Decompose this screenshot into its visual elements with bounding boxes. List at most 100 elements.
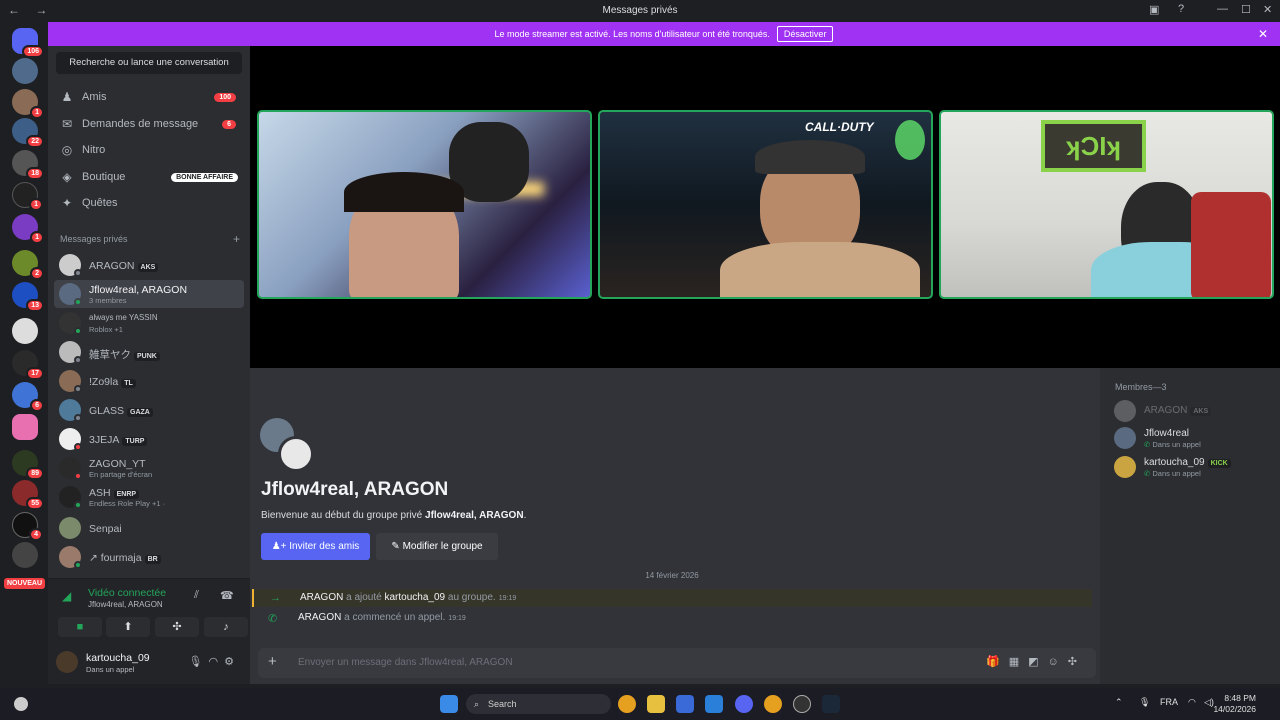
server-icon[interactable]: 6 — [12, 382, 44, 412]
video-tile[interactable]: ʞƆIʞ — [939, 110, 1274, 299]
mic-icon[interactable]: 🎙 — [189, 656, 209, 668]
activities-button[interactable]: ✣ — [155, 617, 199, 637]
server-icon[interactable]: 13 — [12, 282, 44, 312]
dm-item[interactable]: ZAGON_YT En partage d'écran — [54, 454, 244, 482]
user-avatar[interactable] — [56, 651, 78, 673]
sticker-icon[interactable]: ◩ — [1028, 656, 1047, 668]
server-icon[interactable]: 89 — [12, 450, 44, 480]
user-name[interactable]: kartoucha_09 — [86, 652, 150, 664]
language-indicator[interactable]: FRA — [1160, 697, 1178, 707]
server-icon[interactable]: 1 — [12, 89, 44, 119]
guild-tag: AKS — [1190, 407, 1212, 416]
screen-share-button[interactable]: ⬆ — [106, 617, 150, 637]
member-item[interactable]: kartoucha_09 KICK ✆ Dans un appel — [1114, 454, 1274, 480]
member-item[interactable]: Jflow4real ✆ Dans un appel — [1114, 425, 1274, 451]
soundboard-button[interactable]: ♪ — [204, 617, 248, 637]
dm-item[interactable]: always me YASSIN Roblox +1 — [54, 309, 244, 337]
server-icon[interactable] — [12, 58, 38, 84]
emoji-icon[interactable]: ☺ — [1048, 656, 1068, 668]
server-icon[interactable]: 22 — [12, 118, 44, 148]
dm-item[interactable]: !Zo9la TL — [54, 367, 244, 395]
nav-quests[interactable]: ✦ Quêtes — [54, 190, 244, 216]
discord-icon[interactable] — [735, 695, 753, 713]
nav-nitro[interactable]: ◎ Nitro — [54, 137, 244, 163]
camera-button[interactable]: ■ — [58, 617, 102, 637]
attach-icon[interactable]: + — [268, 653, 277, 670]
settings-icon[interactable]: ⚙ — [224, 656, 240, 668]
mic-tray-icon[interactable]: 🎙 — [1139, 697, 1150, 708]
file-explorer-icon[interactable] — [647, 695, 665, 713]
message-target-user[interactable]: kartoucha_09 — [385, 592, 446, 603]
message-user[interactable]: ARAGON — [300, 592, 343, 603]
nav-label: Nitro — [82, 144, 106, 156]
member-activity: ✆ Dans un appel — [1144, 469, 1201, 478]
weather-icon[interactable] — [14, 697, 28, 711]
server-icon[interactable]: 17 — [12, 350, 44, 380]
app-icon[interactable] — [705, 695, 723, 713]
dm-name: !Zo9la TL — [89, 376, 136, 388]
server-icon[interactable]: 1 — [12, 214, 44, 244]
dm-item-active[interactable]: Jflow4real, ARAGON 3 membres — [54, 280, 244, 308]
chrome-icon[interactable] — [618, 695, 636, 713]
nav-message-requests[interactable]: ✉ Demandes de message 6 — [54, 111, 244, 137]
headset-icon[interactable]: ◠ — [209, 656, 225, 668]
store-icon[interactable] — [676, 695, 694, 713]
message-rest: au groupe. — [447, 592, 496, 603]
gift-icon[interactable]: 🎁 — [986, 656, 1009, 668]
search-button[interactable]: Recherche ou lance une conversation — [56, 52, 242, 74]
voice-channel[interactable]: Jflow4real, ARAGON — [88, 600, 163, 609]
maximize-button[interactable]: ☐ — [1241, 3, 1251, 16]
wifi-icon[interactable]: ◠ — [1188, 697, 1196, 708]
wall-logo: ʞƆIʞ — [1041, 120, 1146, 172]
create-dm-icon[interactable]: + — [233, 232, 240, 246]
disconnect-icon[interactable]: ☎ — [220, 589, 234, 602]
invite-friends-button[interactable]: ♟+ Inviter des amis — [261, 533, 370, 560]
taskbar-search[interactable]: ⌕ Search — [466, 694, 611, 714]
dm-section-header: Messages privés + — [60, 232, 240, 246]
inbox-icon[interactable]: ▣ — [1149, 3, 1159, 16]
dm-item[interactable]: GLASS GAZA — [54, 396, 244, 424]
close-banner-icon[interactable]: ✕ — [1258, 27, 1268, 41]
edit-group-button[interactable]: ✎ Modifier le groupe — [376, 533, 498, 560]
message-composer[interactable]: + Envoyer un message dans Jflow4real, AR… — [258, 648, 1096, 678]
home-button[interactable]: 106 — [12, 28, 44, 58]
dm-subtitle: Endless Role Play +1 · — [89, 499, 166, 508]
app-icon[interactable] — [793, 695, 811, 713]
windows-start-icon[interactable] — [440, 695, 458, 713]
server-icon[interactable]: 18 — [12, 150, 44, 180]
tray-chevron-icon[interactable]: ⌃ — [1115, 697, 1123, 708]
minimize-button[interactable]: — — [1217, 3, 1228, 15]
nav-friends[interactable]: ♟ Amis 100 — [54, 84, 244, 110]
server-icon[interactable] — [12, 414, 38, 440]
clock[interactable]: 8:48 PM 14/02/2026 — [1213, 693, 1256, 715]
dm-item[interactable]: 雑草ヤク PUNK — [54, 338, 244, 366]
server-icon[interactable]: 1 — [12, 182, 43, 211]
dm-item[interactable]: 3JEJA TURP — [54, 425, 244, 453]
server-icon[interactable]: 55 — [12, 480, 44, 510]
member-status: Dans un appel — [1152, 469, 1201, 478]
chrome-icon[interactable] — [764, 695, 782, 713]
close-window-button[interactable]: ✕ — [1263, 3, 1272, 16]
message-user[interactable]: ARAGON — [298, 612, 341, 623]
server-icon[interactable]: 4 — [12, 512, 43, 541]
video-tile[interactable]: CALL·DUTY — [598, 110, 933, 299]
help-icon[interactable]: ? — [1178, 3, 1184, 15]
dm-item[interactable]: ASH ENRP Endless Role Play +1 · — [54, 483, 244, 511]
noise-suppression-icon[interactable]: ⫽ — [194, 589, 199, 602]
gif-icon[interactable]: ▦ — [1009, 656, 1028, 668]
dm-item[interactable]: ↗ fourmaja BR — [54, 543, 244, 571]
disable-streamer-button[interactable]: Désactiver — [776, 26, 834, 42]
dm-item[interactable]: ARAGON AKS — [54, 251, 244, 279]
group-avatar — [260, 418, 316, 474]
dm-item[interactable]: Senpai — [54, 514, 244, 542]
member-item[interactable]: ARAGON AKS — [1114, 398, 1274, 424]
message-action: a commencé un appel. — [344, 612, 446, 623]
server-icon[interactable] — [12, 318, 38, 344]
steam-icon[interactable] — [822, 695, 840, 713]
server-icon[interactable] — [12, 542, 38, 568]
video-tile[interactable] — [257, 110, 592, 299]
volume-icon[interactable]: ◁) — [1204, 697, 1214, 708]
nav-shop[interactable]: ◈ Boutique BONNE AFFAIRE — [54, 164, 244, 190]
server-icon[interactable]: 2 — [12, 250, 44, 280]
apps-icon[interactable]: ✣ — [1068, 656, 1086, 668]
